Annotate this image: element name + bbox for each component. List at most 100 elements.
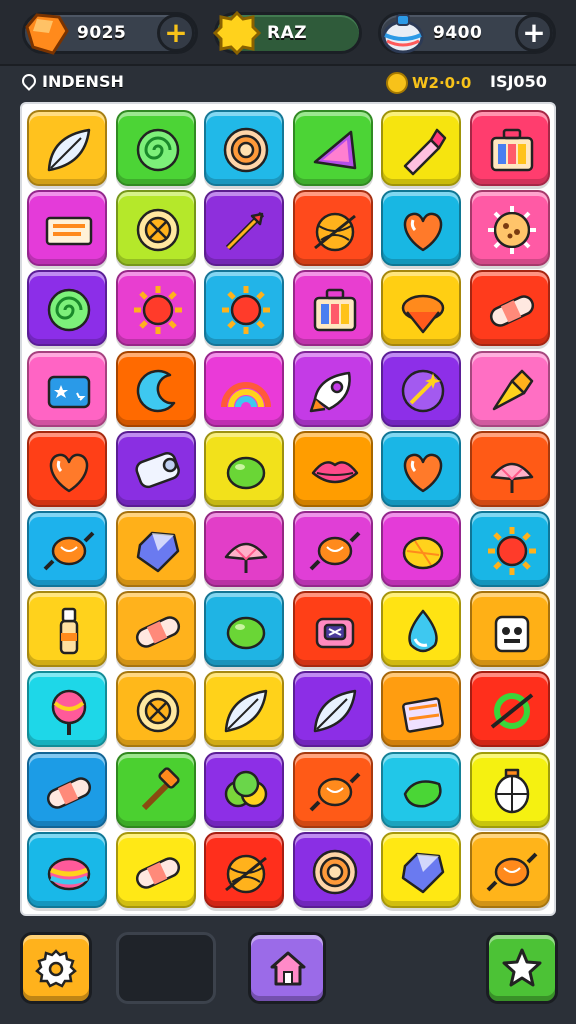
star-icon — [502, 948, 542, 987]
board-tile[interactable] — [381, 270, 462, 347]
board-tile[interactable] — [115, 110, 196, 186]
location-pin-icon — [19, 71, 39, 91]
board-tile[interactable] — [115, 831, 196, 908]
board-tile[interactable] — [204, 831, 285, 908]
board-tile[interactable] — [204, 350, 285, 427]
board-tile[interactable] — [115, 511, 196, 587]
board-tile[interactable] — [292, 190, 373, 267]
board-tile[interactable] — [115, 591, 196, 668]
add-orbs-button[interactable]: + — [515, 14, 553, 52]
card-icon — [47, 375, 91, 408]
energy-counter[interactable]: RAZ — [213, 10, 362, 56]
board-tile[interactable] — [292, 430, 373, 507]
bush-icon — [224, 770, 268, 807]
lipstick-icon — [404, 128, 447, 176]
board-tile[interactable] — [292, 831, 373, 908]
candy-icon — [309, 772, 361, 812]
coins-value: W2·0·0 — [412, 74, 472, 92]
settings-button[interactable] — [20, 932, 92, 1004]
board-tile[interactable] — [470, 511, 550, 587]
board-tile[interactable] — [381, 751, 462, 828]
gem-icon — [136, 531, 179, 573]
heart-icon — [404, 453, 443, 493]
board-tile[interactable] — [381, 511, 462, 587]
board-tile[interactable] — [204, 110, 285, 186]
add-gems-button[interactable]: + — [157, 14, 195, 52]
board-tile[interactable] — [381, 430, 462, 507]
sun-icon — [222, 286, 271, 335]
board-tile[interactable] — [27, 110, 107, 186]
bandage-icon — [46, 776, 92, 809]
board-tile[interactable] — [204, 511, 285, 587]
board-tile[interactable] — [470, 190, 550, 267]
board-tile[interactable] — [292, 671, 373, 748]
board-tile[interactable] — [292, 751, 373, 828]
coin-icon — [386, 72, 408, 94]
lantern-icon — [494, 768, 530, 813]
board-tile[interactable] — [381, 591, 462, 668]
board-tile[interactable] — [470, 430, 550, 507]
board-tile[interactable] — [204, 270, 285, 347]
board-tile[interactable] — [27, 350, 107, 427]
board-tile[interactable] — [381, 350, 462, 427]
board-tile[interactable] — [292, 511, 373, 587]
favorites-button[interactable] — [486, 932, 558, 1004]
board-tile[interactable] — [204, 751, 285, 828]
target-icon — [223, 127, 269, 173]
board-tile[interactable] — [204, 671, 285, 748]
board-tile[interactable] — [292, 270, 373, 347]
bandage-icon — [135, 857, 180, 889]
candy-icon — [309, 531, 361, 571]
triangle-icon — [313, 130, 357, 170]
yellow-star-icon — [213, 10, 261, 56]
board-tile[interactable] — [204, 591, 285, 668]
board-tile[interactable] — [292, 591, 373, 668]
home-button[interactable] — [248, 932, 326, 1004]
board-tile[interactable] — [27, 270, 107, 347]
gems-counter[interactable]: 9025 + — [22, 12, 198, 55]
board-tile[interactable] — [470, 350, 550, 427]
board-tile[interactable] — [115, 350, 196, 427]
empty-slot — [116, 932, 216, 1004]
cake-icon — [402, 697, 445, 734]
wand-icon — [402, 369, 445, 412]
orbs-counter[interactable]: 9400 + — [378, 12, 556, 54]
board-tile[interactable] — [470, 110, 550, 186]
bandage-icon — [135, 616, 180, 648]
board-tile[interactable] — [115, 751, 196, 828]
board-tile[interactable] — [381, 110, 462, 186]
board-tile[interactable] — [115, 671, 196, 748]
arrow-icon — [226, 212, 265, 251]
board-tile[interactable] — [27, 430, 107, 507]
board-tile[interactable] — [381, 831, 462, 908]
board-tile[interactable] — [381, 190, 462, 267]
info-row: INDENSH W2·0·0 ISJ050 — [0, 66, 576, 100]
board-tile[interactable] — [381, 671, 462, 748]
board-tile[interactable] — [470, 751, 550, 828]
egg-icon — [226, 456, 266, 490]
sun-icon — [133, 286, 182, 335]
board-tile[interactable] — [470, 591, 550, 668]
board-tile[interactable] — [27, 190, 107, 267]
gear-icon — [35, 949, 77, 988]
board-tile[interactable] — [470, 831, 550, 908]
heart-icon — [49, 453, 89, 493]
board-tile[interactable] — [27, 591, 107, 668]
game-board — [20, 102, 556, 916]
board-tile[interactable] — [470, 671, 550, 748]
board-tile[interactable] — [115, 270, 196, 347]
board-tile[interactable] — [115, 190, 196, 267]
board-tile[interactable] — [292, 350, 373, 427]
board-tile[interactable] — [27, 831, 107, 908]
board-tile[interactable] — [292, 110, 373, 186]
board-tile[interactable] — [204, 430, 285, 507]
board-tile[interactable] — [27, 671, 107, 748]
board-tile[interactable] — [27, 751, 107, 828]
orbs-value: 9400 — [433, 23, 483, 43]
robot-icon — [494, 615, 530, 653]
board-tile[interactable] — [115, 430, 196, 507]
hammer-icon — [141, 766, 180, 810]
board-tile[interactable] — [470, 270, 550, 347]
board-tile[interactable] — [204, 190, 285, 267]
board-tile[interactable] — [27, 511, 107, 587]
